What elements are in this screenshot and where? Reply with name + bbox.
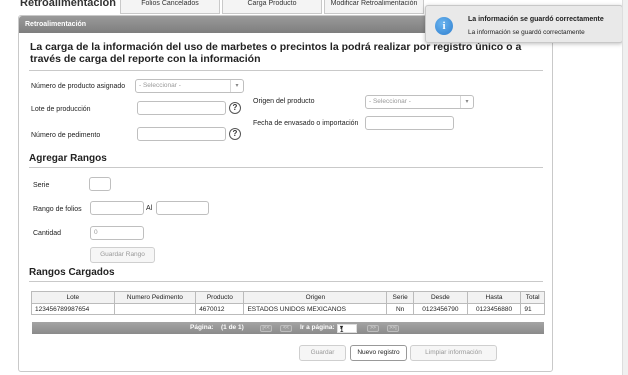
chevron-down-icon: ▾: [230, 80, 243, 92]
column-header[interactable]: Lote: [31, 291, 115, 304]
table-cell: Nn: [386, 303, 415, 315]
loaded-ranges-title: Rangos Cargados: [29, 267, 115, 278]
page-label: Página:: [190, 324, 214, 331]
first-page-button[interactable]: |<<: [260, 325, 272, 332]
to-label: Al: [146, 205, 153, 212]
divider: [29, 167, 543, 168]
table-cell: 0123456790: [413, 303, 468, 315]
info-icon: i: [435, 17, 453, 35]
quantity-input[interactable]: 0: [90, 226, 144, 240]
folio-range-label: Rango de folios: [33, 206, 82, 213]
table-cell: 123456789987654: [31, 303, 115, 315]
help-icon[interactable]: ?: [229, 102, 241, 114]
bottling-date-label: Fecha de envasado o importación: [253, 120, 359, 127]
bottling-date-input[interactable]: [365, 116, 454, 130]
divider: [29, 281, 543, 282]
page-scrollbar[interactable]: [622, 0, 628, 375]
column-header[interactable]: Desde: [413, 291, 468, 304]
last-page-button[interactable]: >>|: [387, 325, 399, 332]
goto-page-label: Ir a página:: [300, 324, 335, 331]
serie-input[interactable]: [89, 177, 111, 191]
folio-from-input[interactable]: [90, 201, 144, 215]
clear-button[interactable]: Limpiar información: [410, 345, 497, 361]
retroalimentacion-panel: Retroalimentación La carga de la informa…: [18, 15, 553, 372]
save-range-button[interactable]: Guardar Rango: [90, 247, 155, 263]
toast-message: La información se guardó correctamente: [468, 29, 585, 36]
pedimento-label: Número de pedimento: [31, 132, 101, 139]
intro-text: La carga de la información del uso de ma…: [30, 41, 522, 65]
table-cell: 91: [520, 303, 545, 315]
help-icon[interactable]: ?: [229, 128, 241, 140]
column-header[interactable]: Origen: [243, 291, 388, 304]
table-cell: 0123456880: [466, 303, 522, 315]
loaded-ranges-table: Lote Numero Pedimento Producto Origen Se…: [31, 291, 545, 315]
page-of: (1 de 1): [221, 324, 244, 331]
divider: [29, 70, 543, 71]
serie-label: Serie: [33, 182, 50, 189]
chevron-down-icon: ▾: [460, 96, 473, 108]
pedimento-input[interactable]: [137, 127, 226, 141]
column-header[interactable]: Producto: [195, 291, 245, 304]
new-record-button[interactable]: Nuevo registro: [350, 345, 407, 361]
table-cell: ESTADOS UNIDOS MEXICANOS: [243, 303, 388, 315]
product-number-select[interactable]: - Seleccionar - ▾: [135, 79, 244, 93]
next-page-button[interactable]: >>: [367, 325, 379, 332]
quantity-label: Cantidad: [33, 230, 62, 237]
folio-to-input[interactable]: [156, 201, 209, 215]
tab-carga-producto[interactable]: Carga Producto: [222, 0, 322, 14]
column-header[interactable]: Hasta: [466, 291, 522, 304]
product-number-label: Número de producto asignado: [31, 83, 126, 90]
table-row[interactable]: 123456789987654 4670012 ESTADOS UNIDOS M…: [31, 303, 545, 315]
column-header[interactable]: Total: [520, 291, 545, 304]
toast-title: La información se guardó correctamente: [468, 16, 604, 23]
column-header[interactable]: Serie: [386, 291, 415, 304]
save-button[interactable]: Guardar: [299, 345, 346, 361]
prev-page-button[interactable]: <<: [280, 325, 292, 332]
goto-page-select[interactable]: 1 ▾: [337, 324, 357, 334]
lot-input[interactable]: [137, 101, 226, 115]
table-cell: [113, 303, 197, 315]
tab-modificar-retroalimentacion[interactable]: Modificar Retroalimentación: [324, 0, 424, 14]
table-header-row: Lote Numero Pedimento Producto Origen Se…: [31, 291, 545, 304]
column-header[interactable]: Numero Pedimento: [113, 291, 197, 304]
table-cell: 4670012: [195, 303, 245, 315]
lot-label: Lote de producción: [31, 106, 91, 113]
table-pager: Página: (1 de 1) |<< << Ir a página: 1 ▾…: [32, 322, 544, 334]
add-ranges-title: Agregar Rangos: [29, 153, 107, 164]
tab-folios-cancelados[interactable]: Folios Cancelados: [120, 0, 220, 14]
origin-label: Origen del producto: [253, 98, 315, 105]
origin-select[interactable]: - Seleccionar - ▾: [365, 95, 474, 109]
notification-toast[interactable]: i La información se guardó correctamente…: [425, 5, 623, 43]
tab-retroalimentacion[interactable]: Retroalimentación: [18, 0, 118, 14]
